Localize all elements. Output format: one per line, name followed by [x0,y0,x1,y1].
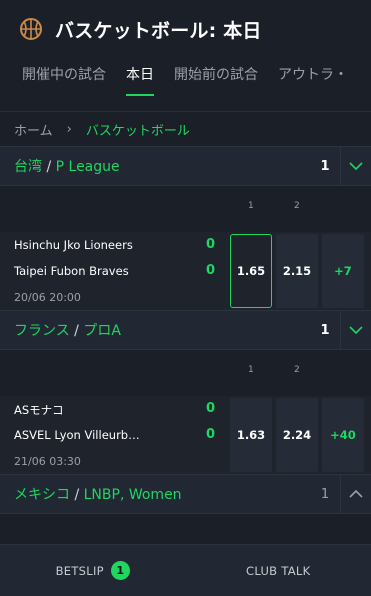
column-label-2: 2 [294,365,300,375]
tab-live[interactable]: 開催中の試合 [22,58,106,98]
odds-button-away[interactable]: 2.24 [276,398,318,472]
title-row: バスケットボール: 本日 [0,0,371,58]
basketball-icon [20,18,42,40]
odds-button-home[interactable]: 1.65 [230,234,272,308]
league-name: P League [55,159,120,175]
club-talk-button[interactable]: CLUB TALK [186,545,371,596]
away-team: ASVEL Lyon Villeurb… [14,428,140,442]
league-event-count: 1 [320,322,330,338]
event-time: 21/06 03:30 [14,455,81,468]
league-title: メキシコ / LNBP, Women [0,484,310,504]
column-label-1: 1 [248,365,254,375]
away-score: 0 [206,263,216,278]
home-score: 0 [206,237,216,252]
league-country: 台湾 [14,159,42,175]
league-country: フランス [14,323,70,339]
breadcrumb-home[interactable]: ホーム [14,120,53,139]
league-event-count: 1 [320,486,330,502]
league-title: 台湾 / P League [0,156,310,176]
league-slash: / [42,159,56,175]
list-continuation [0,514,371,534]
league-title: フランス / プロA [0,320,310,340]
league-header-france[interactable]: フランス / プロA 1 [0,310,371,350]
betslip-count-badge: 1 [110,561,130,580]
away-team: Taipei Fubon Braves [14,264,129,278]
page-title: バスケットボール: 本日 [55,19,262,42]
more-markets-button[interactable]: +40 [322,398,364,472]
column-label-1: 1 [248,201,254,211]
chevron-down-icon [349,162,363,171]
league-slash: / [69,323,84,339]
home-team: Hsinchu Jko Lioneers [14,238,133,252]
chevron-up-icon [349,489,363,498]
collapse-toggle[interactable] [340,311,371,349]
league-header-mexico[interactable]: メキシコ / LNBP, Women 1 [0,474,371,514]
more-markets-button[interactable]: +7 [322,234,364,308]
column-label-2: 2 [294,201,300,211]
league-event-count: 1 [320,158,330,174]
league-name: プロA [83,323,121,339]
betslip-button[interactable]: BETSLIP 1 [0,545,186,596]
expand-toggle[interactable] [340,475,371,513]
tab-upcoming[interactable]: 開始前の試合 [174,58,258,98]
collapse-toggle[interactable] [340,147,371,185]
league-slash: / [70,487,84,503]
odds-button-away[interactable]: 2.15 [276,234,318,308]
away-score: 0 [206,427,216,442]
event-row[interactable]: ASモナコ 0 ASVEL Lyon Villeurb… 0 21/06 03:… [0,396,371,474]
tab-bar: 開催中の試合 本日 開始前の試合 アウトラ・ [0,58,371,98]
home-team: ASモナコ [14,403,64,417]
breadcrumb-current[interactable]: バスケットボール [86,120,190,139]
tab-outright[interactable]: アウトラ・ [278,58,348,98]
odds-column-header: 1 2 [0,186,371,232]
tab-today[interactable]: 本日 [126,58,154,98]
league-name: LNBP, Women [83,487,182,503]
chevron-down-icon [349,326,363,335]
betslip-label: BETSLIP [55,563,104,578]
top-header: バスケットボール: 本日 開催中の試合 本日 開始前の試合 アウトラ・ [0,0,371,112]
bottom-bar: BETSLIP 1 CLUB TALK [0,544,371,596]
league-country: メキシコ [14,487,70,503]
odds-button-home[interactable]: 1.63 [230,398,272,472]
club-talk-label: CLUB TALK [246,563,311,578]
home-score: 0 [206,401,216,416]
breadcrumb-separator: › [66,121,72,137]
league-header-taiwan[interactable]: 台湾 / P League 1 [0,146,371,186]
event-time: 20/06 20:00 [14,291,81,304]
event-row[interactable]: Hsinchu Jko Lioneers 0 Taipei Fubon Brav… [0,232,371,310]
odds-column-header: 1 2 [0,350,371,396]
breadcrumb: ホーム › バスケットボール [0,112,371,146]
